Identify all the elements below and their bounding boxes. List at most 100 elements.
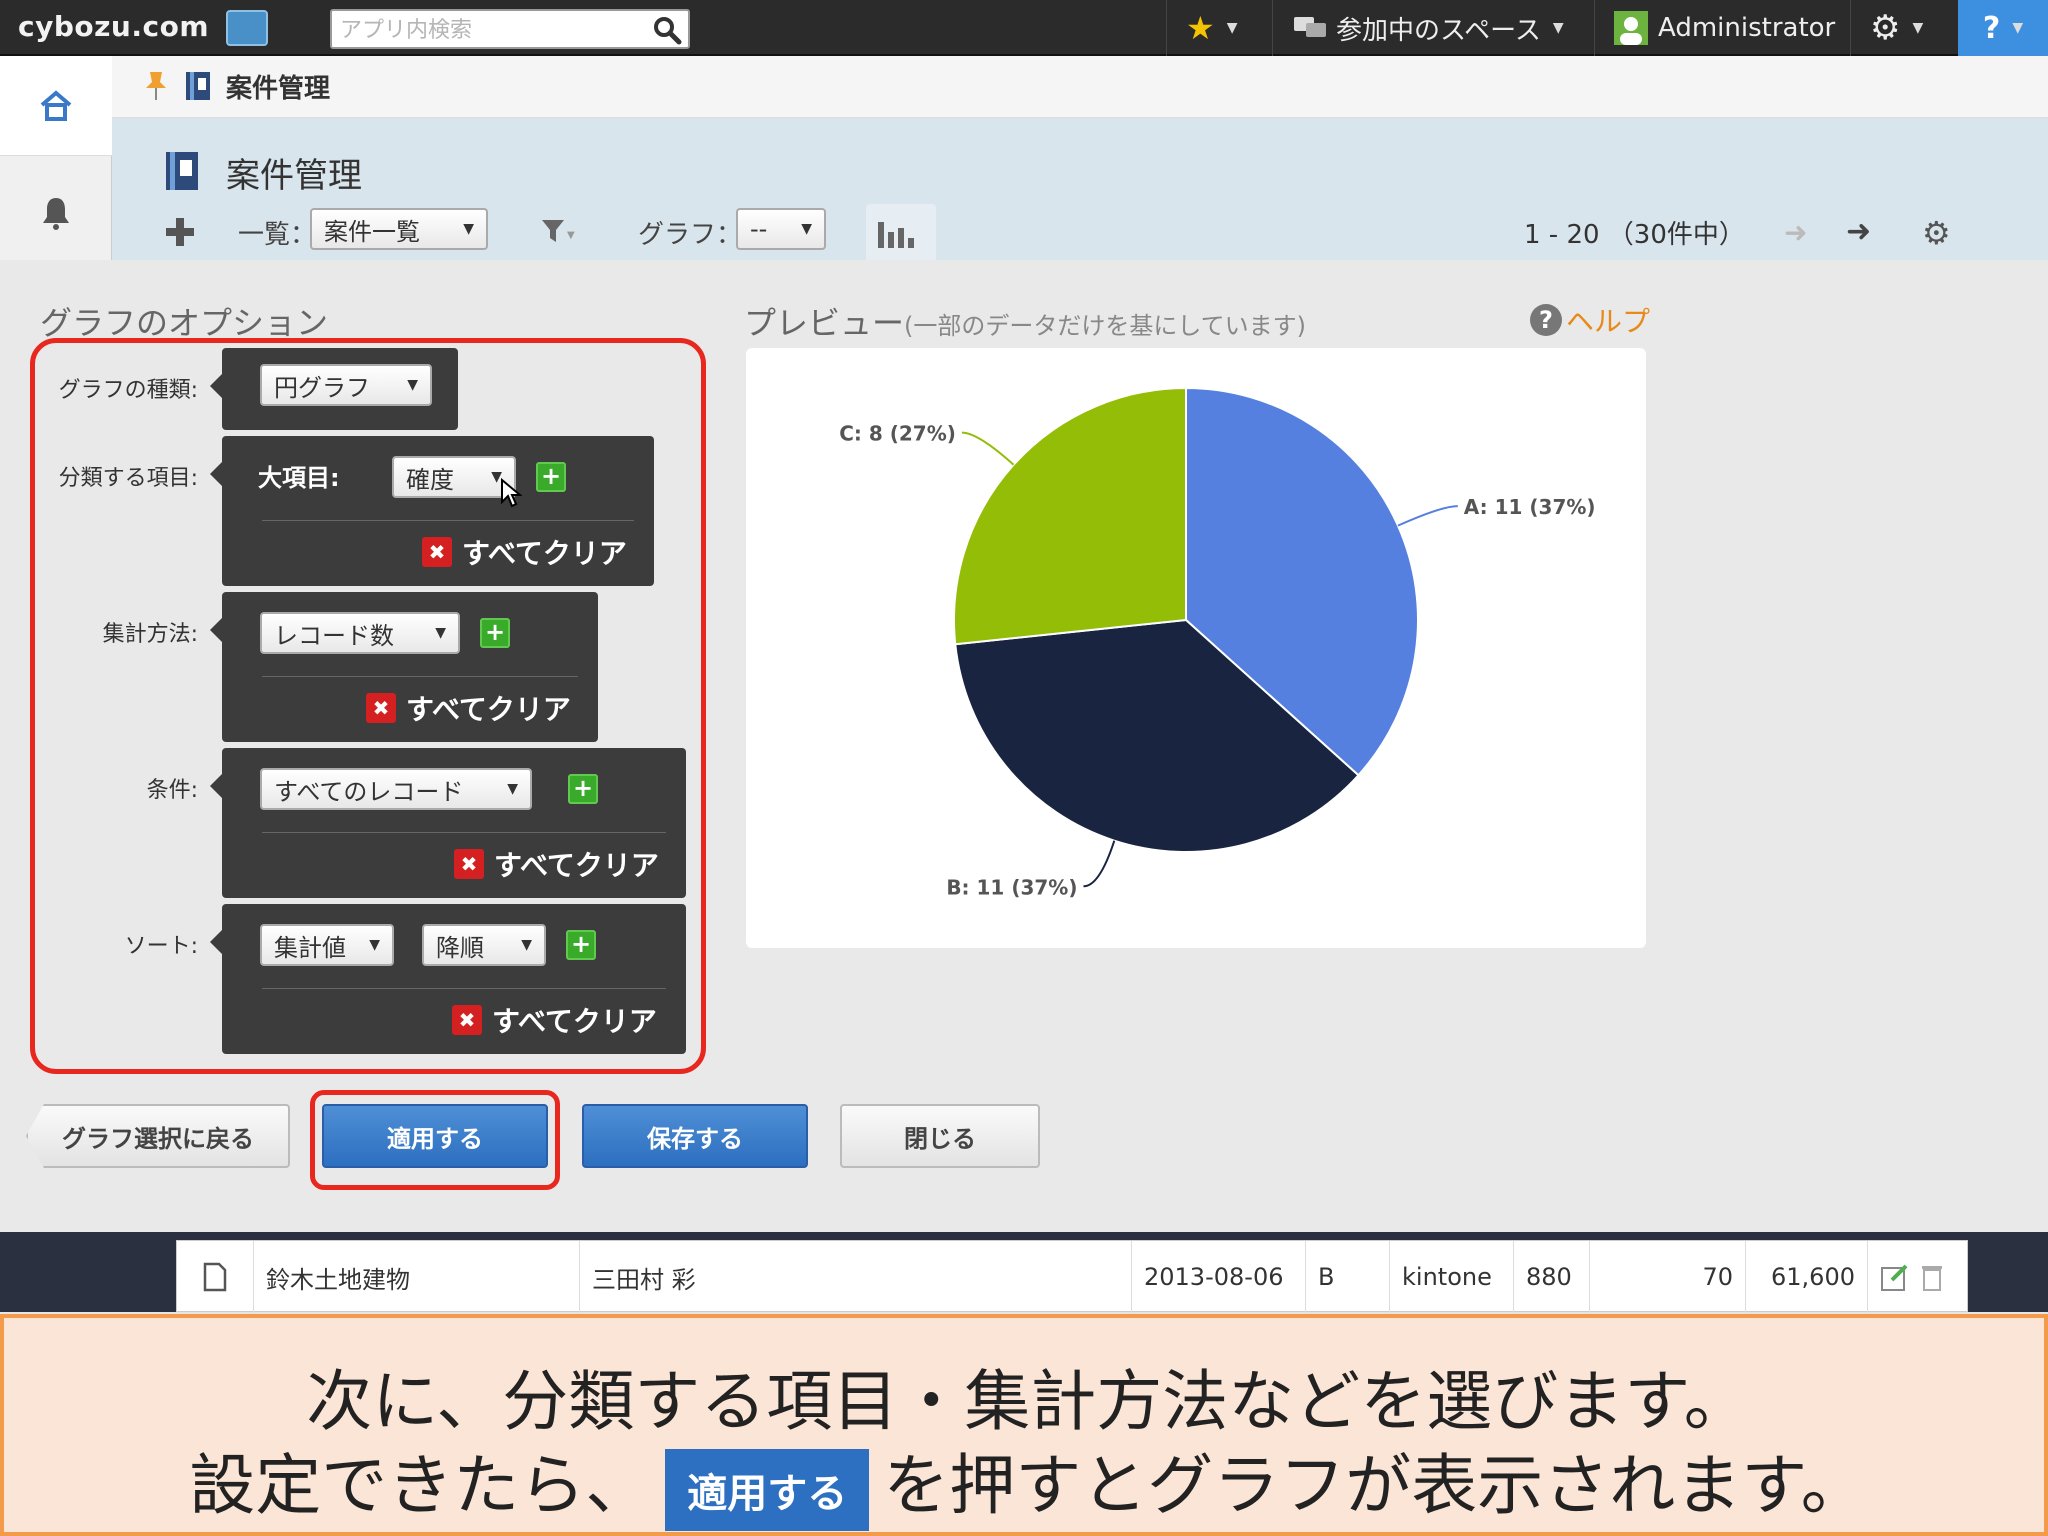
next-page-arrow-icon[interactable]: ➜ [1846, 214, 1871, 249]
view-select[interactable]: 案件一覧 ▼ [310, 208, 488, 250]
app-launcher-icon[interactable] [226, 10, 268, 46]
sort-field-select[interactable]: 集計値 ▼ [260, 924, 394, 966]
app-book-icon [166, 152, 198, 190]
help-link-label: ヘルプ [1566, 305, 1651, 338]
chevron-down-icon: ▼ [521, 937, 532, 953]
close-icon: ✖ [422, 537, 452, 567]
condition-panel: すべてのレコード ▼ + ✖ すべてクリア [210, 748, 686, 898]
notifications-button[interactable] [0, 168, 112, 258]
home-button[interactable] [0, 56, 112, 156]
clear-group-button[interactable]: ✖ すべてクリア [422, 532, 627, 572]
chevron-down-icon: ▼ [801, 221, 812, 237]
app-header: 案件管理 一覧： 案件一覧 ▼ ▼ グラフ： -- ▼ 1 - 20 （30件中） … [112, 118, 2048, 260]
breadcrumb-app-link[interactable]: 案件管理 [226, 68, 330, 105]
preview-heading: プレビュー [744, 304, 905, 342]
clear-sort-button[interactable]: ✖ すべてクリア [452, 1000, 657, 1040]
product-cell: kintone [1389, 1241, 1513, 1313]
sort-label: ソート: [124, 934, 198, 959]
graph-type-value: 円グラフ [274, 373, 370, 402]
apply-button[interactable]: 適用する [322, 1104, 548, 1168]
record-detail-icon[interactable] [177, 1241, 253, 1313]
clear-aggregation-button[interactable]: ✖ すべてクリア [366, 688, 571, 728]
close-button-label: 閉じる [904, 1124, 976, 1153]
add-record-button[interactable] [162, 214, 198, 250]
prev-page-arrow-icon[interactable]: ➜ [1784, 216, 1807, 249]
condition-value: すべてのレコード [274, 777, 464, 806]
bell-icon [43, 198, 69, 230]
help-menu-button[interactable]: ? ▼ [1958, 0, 2048, 56]
chevron-down-icon: ▼ [369, 937, 380, 953]
edit-icon[interactable] [1880, 1262, 1910, 1292]
chevron-down-icon: ▼ [407, 377, 418, 393]
cybozu-logo[interactable]: cybozu.com [18, 10, 209, 43]
aggregation-select[interactable]: レコード数 ▼ [260, 612, 460, 654]
pie-label-b: B: 11 (37%) [946, 875, 1077, 899]
favorites-menu[interactable]: ★ ▼ [1186, 0, 1237, 56]
settings-menu[interactable]: ⚙ ▼ [1870, 0, 1923, 56]
graph-label: グラフ： [638, 220, 743, 250]
star-icon: ★ [1186, 9, 1215, 47]
page-title: 案件管理 [226, 156, 362, 196]
app-settings-gear-icon[interactable]: ⚙ [1922, 214, 1951, 252]
add-aggregation-button[interactable]: + [480, 618, 510, 648]
chevron-down-icon: ▼ [463, 221, 474, 237]
add-group-button[interactable]: + [536, 462, 566, 492]
clear-label: すべてクリア [494, 849, 659, 882]
caption-line-1: 次に、分類する項目・集計方法などを選びます。 [306, 1363, 1750, 1440]
chart-toggle-button[interactable] [866, 204, 936, 260]
close-button[interactable]: 閉じる [840, 1104, 1040, 1168]
clear-label: すべてクリア [406, 693, 571, 726]
chevron-down-icon: ▼ [2012, 20, 2024, 36]
rank-cell: B [1305, 1241, 1389, 1313]
trash-icon[interactable] [1920, 1262, 1944, 1292]
mouse-cursor-icon [501, 478, 522, 508]
add-condition-button[interactable]: + [568, 774, 598, 804]
aggregation-label: 集計方法: [102, 622, 198, 647]
subtotal-cell: 61,600 [1745, 1241, 1867, 1313]
back-to-graph-select-button[interactable]: グラフ選択に戻る [26, 1104, 290, 1168]
condition-select[interactable]: すべてのレコード ▼ [260, 768, 532, 810]
table-row[interactable]: 鈴木土地建物 三田村 彩 2013-08-06 B kintone 880 70… [176, 1240, 1968, 1313]
back-button-label: グラフ選択に戻る [62, 1124, 254, 1153]
help-link[interactable]: ? ヘルプ [1530, 300, 1650, 340]
condition-label: 条件: [146, 778, 198, 803]
aggregation-value: レコード数 [274, 621, 394, 650]
search-icon[interactable] [652, 15, 682, 45]
sort-order-select[interactable]: 降順 ▼ [422, 924, 546, 966]
clear-label: すべてクリア [492, 1005, 657, 1038]
clear-condition-button[interactable]: ✖ すべてクリア [454, 844, 659, 884]
pin-icon[interactable] [144, 70, 168, 102]
view-label: 一覧： [238, 220, 317, 250]
add-sort-button[interactable]: + [566, 930, 596, 960]
breadcrumb: 案件管理 [112, 56, 2048, 118]
caption-line-2-prefix: 設定できたら、 [189, 1447, 652, 1524]
group-field-select[interactable]: 確度 ▼ [392, 456, 516, 498]
chevron-down-icon: ▼ [507, 781, 518, 797]
pie-slice-c[interactable] [953, 386, 1187, 646]
global-header: cybozu.com ★▼ 参加中のスペース▼ Administrator ⚙▼… [0, 0, 2048, 56]
pie-label-c: C: 8 (27%) [839, 422, 956, 446]
major-item-label: 大項目: [258, 464, 340, 492]
close-icon: ✖ [454, 849, 484, 879]
quantity-cell: 70 [1589, 1241, 1745, 1313]
sort-panel: 集計値 ▼ 降順 ▼ + ✖ すべてクリア [210, 904, 686, 1054]
unit-price-cell: 880 [1513, 1241, 1589, 1313]
spaces-menu[interactable]: 参加中のスペース ▼ [1292, 0, 1564, 56]
graph-type-panel: 円グラフ ▼ [210, 348, 458, 430]
graph-select[interactable]: -- ▼ [736, 208, 826, 250]
search-input[interactable] [340, 15, 640, 45]
user-menu[interactable]: Administrator [1614, 0, 1835, 56]
chevron-down-icon: ▼ [1912, 20, 1924, 36]
save-button[interactable]: 保存する [582, 1104, 808, 1168]
chevron-down-icon: ▼ [1226, 20, 1238, 36]
chart-preview: A: 11 (37%) B: 11 (37%) C: 8 (27%) [746, 348, 1646, 948]
user-name: Administrator [1658, 13, 1836, 43]
tutorial-caption: 次に、分類する項目・集計方法などを選びます。 設定できたら、 適用する を押すとグラ… [0, 1314, 2048, 1536]
view-select-value: 案件一覧 [324, 217, 420, 246]
caption-line-2: 設定できたら、 適用する を押すとグラフが表示されます。 [4, 1432, 2048, 1531]
filter-icon[interactable]: ▼ [540, 216, 576, 248]
close-icon: ✖ [452, 1005, 482, 1035]
save-button-label: 保存する [647, 1124, 743, 1153]
graph-type-select[interactable]: 円グラフ ▼ [260, 364, 432, 406]
document-icon [203, 1262, 227, 1292]
